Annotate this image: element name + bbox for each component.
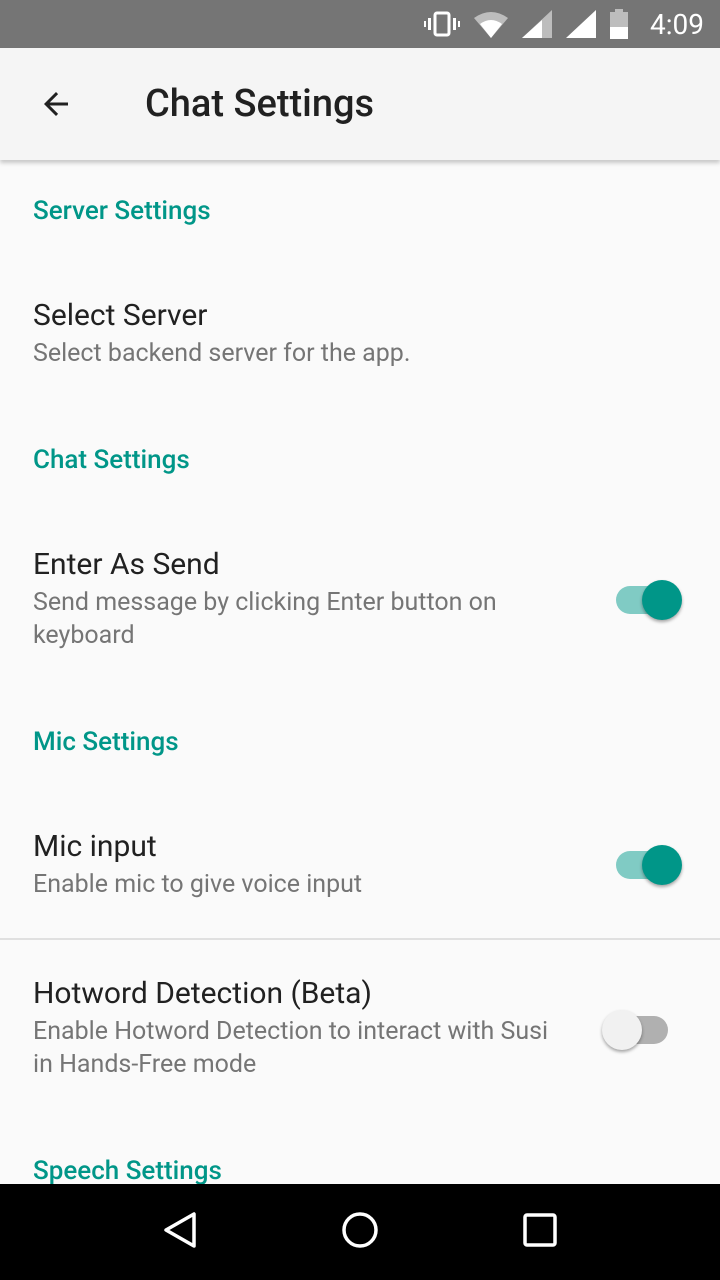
hotword-detection-toggle[interactable] xyxy=(602,1010,668,1050)
pref-summary: Send message by clicking Enter button on… xyxy=(33,588,497,650)
pref-enter-as-send[interactable]: Enter As Send Send message by clicking E… xyxy=(0,547,720,652)
mic-input-toggle[interactable] xyxy=(616,845,682,885)
page-title: Chat Settings xyxy=(145,82,375,126)
status-time: 4:09 xyxy=(650,7,704,41)
signal-icon xyxy=(566,10,596,38)
recents-icon xyxy=(523,1213,557,1247)
navigation-bar xyxy=(0,1184,720,1280)
battery-icon xyxy=(610,9,628,39)
pref-mic-input[interactable]: Mic input Enable mic to give voice input xyxy=(0,829,720,901)
pref-select-server[interactable]: Select Server Select backend server for … xyxy=(0,298,720,370)
section-header-chat: Chat Settings xyxy=(33,445,190,475)
wifi-icon xyxy=(474,12,508,38)
divider xyxy=(0,938,720,940)
pref-summary: Enable Hotword Detection to interact wit… xyxy=(33,1017,549,1079)
pref-title: Hotword Detection (Beta) xyxy=(33,976,372,1011)
signal-icon xyxy=(522,10,552,38)
section-header-server: Server Settings xyxy=(33,196,211,226)
nav-home-button[interactable] xyxy=(340,1210,380,1254)
app-bar: Chat Settings xyxy=(0,48,720,160)
arrow-back-icon xyxy=(44,92,68,116)
enter-as-send-toggle[interactable] xyxy=(616,580,682,620)
status-bar: 4:09 xyxy=(0,0,720,48)
back-icon xyxy=(164,1212,196,1248)
section-header-mic: Mic Settings xyxy=(33,727,179,757)
pref-summary: Select backend server for the app. xyxy=(33,339,411,368)
nav-recents-button[interactable] xyxy=(520,1210,560,1254)
pref-title: Enter As Send xyxy=(33,547,220,582)
vibrate-icon xyxy=(424,11,460,37)
back-button[interactable] xyxy=(0,86,112,122)
nav-back-button[interactable] xyxy=(160,1210,200,1254)
pref-summary: Enable mic to give voice input xyxy=(33,870,363,899)
settings-list[interactable]: Server Settings Select Server Select bac… xyxy=(0,160,720,1184)
section-header-speech: Speech Settings xyxy=(33,1156,222,1184)
home-icon xyxy=(342,1212,378,1248)
pref-title: Select Server xyxy=(33,298,208,333)
